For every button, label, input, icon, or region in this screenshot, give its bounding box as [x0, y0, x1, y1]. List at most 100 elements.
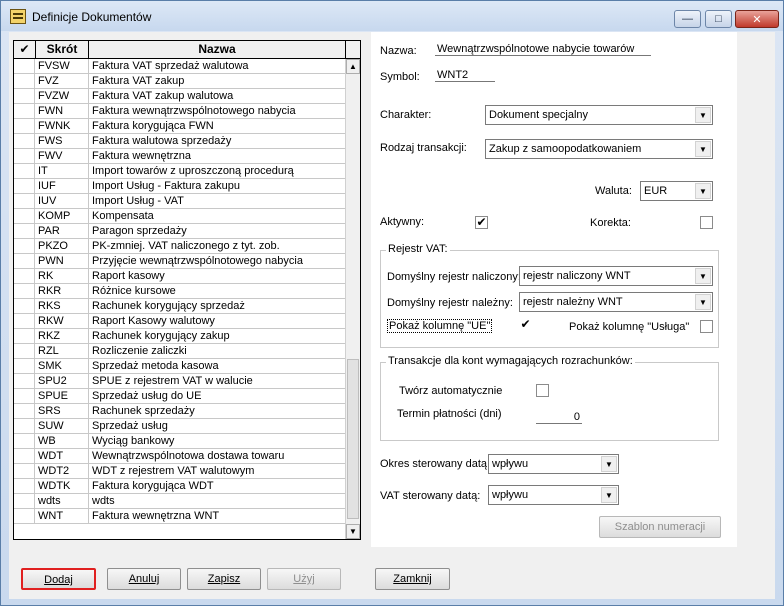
termin-platnosci-field[interactable]: 0	[536, 411, 582, 424]
szablon-numeracji-button[interactable]: Szablon numeracji	[599, 516, 721, 538]
table-row[interactable]: PWN Przyjęcie wewnątrzwspólnotowego nabyc…	[14, 254, 346, 269]
row-check-cell[interactable]	[14, 254, 35, 269]
row-check-cell[interactable]	[14, 374, 35, 389]
table-row[interactable]: SPUE Sprzedaż usług do UE	[14, 389, 346, 404]
documents-grid[interactable]: ✔ Skrót Nazwa FVSW Faktura VAT sprzedaż w…	[13, 40, 361, 540]
table-row[interactable]: RZL Rozliczenie zaliczki	[14, 344, 346, 359]
table-row[interactable]: WNT Faktura wewnętrzna WNT	[14, 509, 346, 524]
table-row[interactable]: SRS Rachunek sprzedaży	[14, 404, 346, 419]
table-row[interactable]: WDT2 WDT z rejestrem VAT walutowym	[14, 464, 346, 479]
korekta-checkbox[interactable]	[700, 216, 713, 229]
row-check-cell[interactable]	[14, 299, 35, 314]
pokaz-kolumne-usluga-checkbox[interactable]	[700, 320, 713, 333]
tworz-automatycznie-checkbox[interactable]	[536, 384, 549, 397]
row-check-cell[interactable]	[14, 269, 35, 284]
okres-sterowany-select[interactable]: wpływu ▼	[488, 454, 619, 474]
table-row[interactable]: wdts wdts	[14, 494, 346, 509]
symbol-field[interactable]: WNT2	[435, 69, 495, 82]
dodaj-button[interactable]: Dodaj	[21, 568, 96, 590]
table-row[interactable]: RKW Raport Kasowy walutowy	[14, 314, 346, 329]
table-row[interactable]: RKZ Rachunek korygujący zakup	[14, 329, 346, 344]
code-column-header[interactable]: Skrót	[36, 41, 89, 58]
row-check-cell[interactable]	[14, 464, 35, 479]
row-check-cell[interactable]	[14, 239, 35, 254]
row-check-cell[interactable]	[14, 344, 35, 359]
anuluj-button[interactable]: Anuluj	[107, 568, 181, 590]
row-check-cell[interactable]	[14, 89, 35, 104]
row-check-cell[interactable]	[14, 209, 35, 224]
table-row[interactable]: FWV Faktura wewnętrzna	[14, 149, 346, 164]
grid-vertical-scrollbar[interactable]: ▲ ▼	[345, 59, 360, 539]
row-check-cell[interactable]	[14, 479, 35, 494]
table-row[interactable]: WDTK Faktura korygująca WDT	[14, 479, 346, 494]
uzyj-button[interactable]: Użyj	[267, 568, 341, 590]
table-row[interactable]: WDT Wewnątrzwspólnotowa dostawa towaru	[14, 449, 346, 464]
table-row[interactable]: RKS Rachunek korygujący sprzedaż	[14, 299, 346, 314]
check-column-header[interactable]: ✔	[14, 41, 36, 58]
table-row[interactable]: FWN Faktura wewnątrzwspólnotowego nabycia	[14, 104, 346, 119]
row-check-cell[interactable]	[14, 224, 35, 239]
row-check-cell[interactable]	[14, 59, 35, 74]
minimize-button[interactable]: —	[674, 10, 701, 28]
table-row[interactable]: PAR Paragon sprzedaży	[14, 224, 346, 239]
row-check-cell[interactable]	[14, 434, 35, 449]
table-row[interactable]: SPU2 SPUE z rejestrem VAT w walucie	[14, 374, 346, 389]
row-check-cell[interactable]	[14, 134, 35, 149]
table-row[interactable]: IUF Import Usług - Faktura zakupu	[14, 179, 346, 194]
row-check-cell[interactable]	[14, 449, 35, 464]
scroll-up-button[interactable]: ▲	[346, 59, 360, 74]
row-check-cell[interactable]	[14, 329, 35, 344]
table-row[interactable]: FWS Faktura walutowa sprzedaży	[14, 134, 346, 149]
close-button[interactable]: ✕	[735, 10, 779, 28]
table-row[interactable]: FVSW Faktura VAT sprzedaż walutowa	[14, 59, 346, 74]
table-row[interactable]: KOMP Kompensata	[14, 209, 346, 224]
row-check-cell[interactable]	[14, 314, 35, 329]
row-check-cell[interactable]	[14, 284, 35, 299]
table-row[interactable]: IT Import towarów z uproszczoną procedurą	[14, 164, 346, 179]
row-check-cell[interactable]	[14, 419, 35, 434]
table-row[interactable]: PKZO PK-zmniej. VAT naliczonego z tyt. zo…	[14, 239, 346, 254]
row-check-cell[interactable]	[14, 74, 35, 89]
table-row[interactable]: FVZW Faktura VAT zakup walutowa	[14, 89, 346, 104]
table-row[interactable]: IUV Import Usług - VAT	[14, 194, 346, 209]
table-row[interactable]: FWNK Faktura korygująca FWN	[14, 119, 346, 134]
row-check-cell[interactable]	[14, 509, 35, 524]
scroll-thumb[interactable]	[347, 359, 359, 519]
row-code: WDT2	[38, 465, 70, 477]
row-check-cell[interactable]	[14, 164, 35, 179]
name-column-header[interactable]: Nazwa	[89, 41, 346, 58]
row-check-cell[interactable]	[14, 119, 35, 134]
scroll-down-button[interactable]: ▼	[346, 524, 360, 539]
pokaz-kolumne-ue-checkbox[interactable]: ✔	[519, 318, 532, 332]
waluta-select[interactable]: EUR ▼	[640, 181, 713, 201]
table-row[interactable]: SMK Sprzedaż metoda kasowa	[14, 359, 346, 374]
zapisz-button[interactable]: Zapisz	[187, 568, 261, 590]
row-check-cell[interactable]	[14, 194, 35, 209]
title-bar[interactable]: Definicje Dokumentów — □ ✕	[1, 1, 783, 31]
column-divider	[88, 74, 89, 89]
table-row[interactable]: SUW Sprzedaż usług	[14, 419, 346, 434]
aktywny-checkbox[interactable]: ✔	[475, 216, 488, 229]
row-check-cell[interactable]	[14, 104, 35, 119]
table-row[interactable]: WB Wyciąg bankowy	[14, 434, 346, 449]
rejestr-naliczony-select[interactable]: rejestr naliczony WNT ▼	[519, 266, 713, 286]
vat-sterowany-select[interactable]: wpływu ▼	[488, 485, 619, 505]
row-check-cell[interactable]	[14, 404, 35, 419]
table-row[interactable]: RK Raport kasowy	[14, 269, 346, 284]
row-check-cell[interactable]	[14, 179, 35, 194]
table-row[interactable]: RKR Różnice kursowe	[14, 284, 346, 299]
row-name: Paragon sprzedaży	[92, 225, 187, 237]
rejestr-nalezny-select[interactable]: rejestr należny WNT ▼	[519, 292, 713, 312]
rodzaj-transakcji-select[interactable]: Zakup z samoopodatkowaniem ▼	[485, 139, 713, 159]
row-check-cell[interactable]	[14, 389, 35, 404]
charakter-select[interactable]: Dokument specjalny ▼	[485, 105, 713, 125]
maximize-button[interactable]: □	[705, 10, 732, 28]
zamknij-button[interactable]: Zamknij	[375, 568, 450, 590]
row-code: WDTK	[38, 480, 71, 492]
row-check-cell[interactable]	[14, 149, 35, 164]
pokaz-kolumne-ue-label[interactable]: Pokaż kolumnę "UE"	[387, 319, 493, 333]
row-check-cell[interactable]	[14, 494, 35, 509]
table-row[interactable]: FVZ Faktura VAT zakup	[14, 74, 346, 89]
row-check-cell[interactable]	[14, 359, 35, 374]
nazwa-field[interactable]: Wewnątrzwspólnotowe nabycie towarów	[435, 43, 651, 56]
